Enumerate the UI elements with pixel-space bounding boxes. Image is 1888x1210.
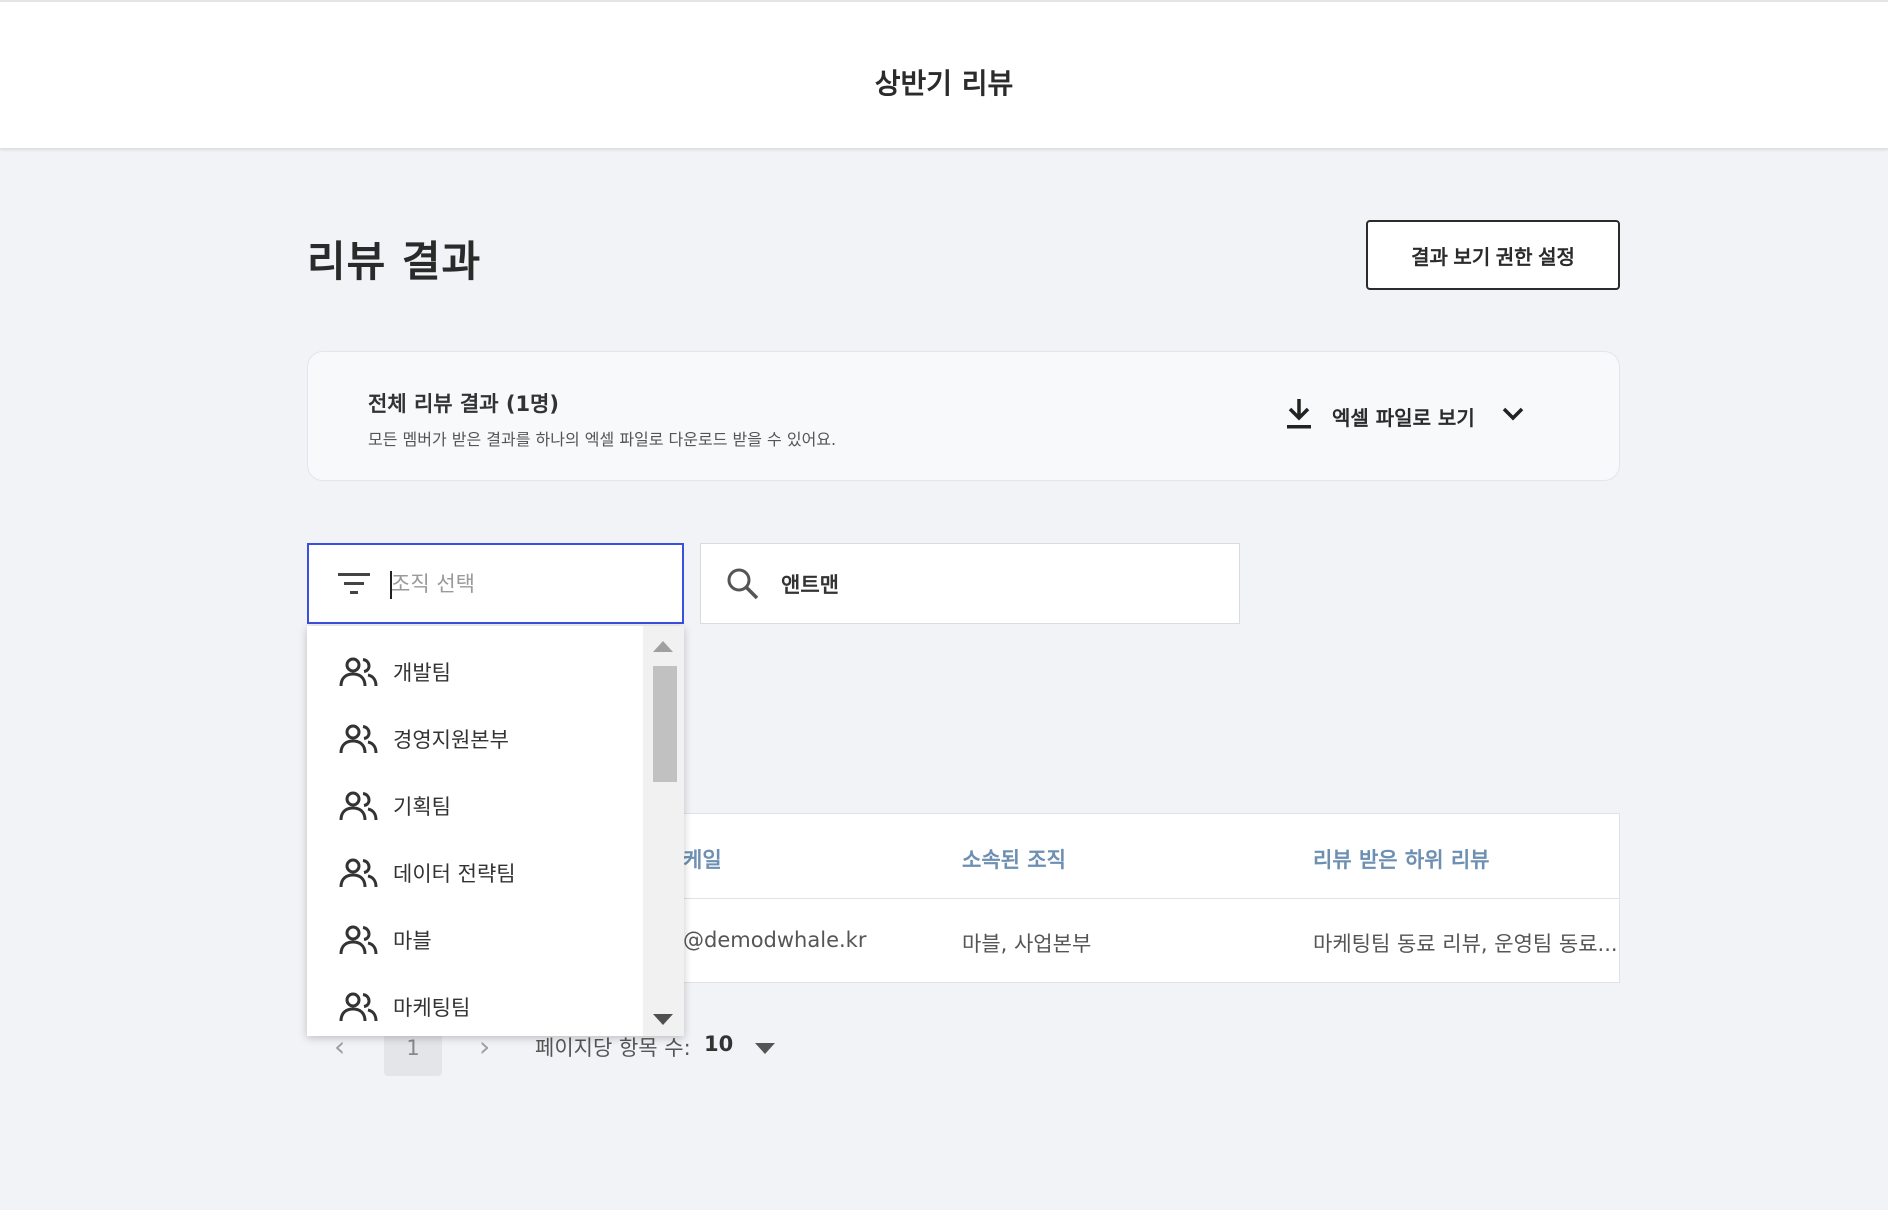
dropdown-item-label: 마케팅팀	[393, 996, 471, 1020]
export-excel-label: 엑셀 파일로 보기	[1332, 405, 1475, 430]
text-cursor	[390, 571, 392, 599]
per-page-value[interactable]: 10	[704, 1032, 733, 1056]
dropdown-item-dev-team[interactable]: 개발팀	[307, 647, 643, 697]
cell-email: @demodwhale.kr	[683, 928, 867, 952]
search-input-value[interactable]: 앤트맨	[781, 569, 839, 599]
dropdown-item-label: 마블	[393, 929, 432, 953]
download-icon	[1284, 397, 1314, 435]
group-icon	[339, 924, 379, 956]
dropdown-item-marketing-team[interactable]: 마케팅팀	[307, 982, 643, 1032]
dropdown-item-label: 경영지원본부	[393, 728, 509, 752]
organization-select-input[interactable]	[391, 563, 671, 604]
group-icon	[339, 656, 379, 688]
top-header: 상반기 리뷰	[0, 0, 1888, 148]
per-page-dropdown-icon[interactable]	[755, 1040, 775, 1059]
export-excel-button[interactable]: 엑셀 파일로 보기	[1284, 396, 1525, 436]
cell-organization: 마블, 사업본부	[962, 932, 1092, 956]
organization-dropdown: 개발팀 경영지원본부 기획팀 데이터 전략팀 마블 마케팅팀	[307, 626, 684, 1036]
per-page-label: 페이지당 항목 수:	[535, 1036, 691, 1060]
dropdown-item-label: 개발팀	[393, 661, 451, 685]
dropdown-scrollbar[interactable]	[643, 626, 684, 1036]
group-icon	[339, 857, 379, 889]
dropdown-item-marvel[interactable]: 마블	[307, 915, 643, 965]
column-sub-reviews[interactable]: 리뷰 받은 하위 리뷰	[1313, 844, 1490, 874]
group-icon	[339, 790, 379, 822]
scroll-down-arrow-icon[interactable]	[653, 1010, 673, 1029]
result-permission-button[interactable]: 결과 보기 권한 설정	[1366, 220, 1620, 290]
dropdown-item-label: 기획팀	[393, 795, 451, 819]
dropdown-item-planning-team[interactable]: 기획팀	[307, 781, 643, 831]
search-icon	[725, 566, 765, 602]
dropdown-item-management-support[interactable]: 경영지원본부	[307, 714, 643, 764]
group-icon	[339, 991, 379, 1023]
export-title: 전체 리뷰 결과 (1명)	[368, 392, 559, 416]
dropdown-item-data-strategy[interactable]: 데이터 전략팀	[307, 848, 643, 898]
column-email[interactable]: 케일	[683, 844, 722, 874]
group-icon	[339, 723, 379, 755]
scroll-up-arrow-icon[interactable]	[653, 638, 673, 657]
scrollbar-thumb[interactable]	[653, 666, 677, 782]
member-search[interactable]: 앤트맨	[700, 543, 1240, 624]
export-description: 모든 멤버가 받은 결과를 하나의 엑셀 파일로 다운로드 받을 수 있어요.	[368, 430, 837, 449]
review-cycle-title: 상반기 리뷰	[874, 67, 1014, 100]
page-title: 리뷰 결과	[307, 237, 482, 286]
filter-icon	[337, 571, 377, 597]
export-card: 전체 리뷰 결과 (1명) 모든 멤버가 받은 결과를 하나의 엑셀 파일로 다…	[307, 351, 1620, 481]
dropdown-item-label: 데이터 전략팀	[393, 862, 516, 886]
chevron-down-icon[interactable]	[1501, 406, 1525, 426]
column-organization[interactable]: 소속된 조직	[962, 844, 1066, 874]
cell-sub-reviews: 마케팅팀 동료 리뷰, 운영팀 동료...	[1313, 932, 1618, 956]
organization-filter[interactable]	[307, 543, 684, 624]
